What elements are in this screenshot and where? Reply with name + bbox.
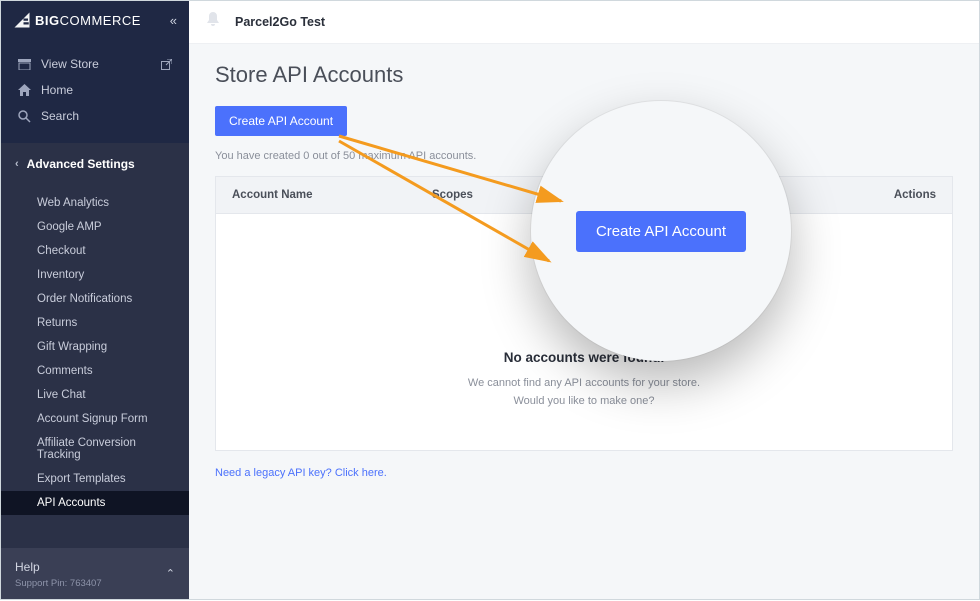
chevron-up-icon: ⌃ bbox=[166, 567, 175, 580]
nav-search[interactable]: Search bbox=[1, 103, 189, 129]
store-icon bbox=[17, 57, 31, 71]
col-account-name: Account Name bbox=[216, 177, 416, 213]
nav-label: Home bbox=[41, 83, 73, 97]
empty-text: We cannot find any API accounts for your… bbox=[236, 375, 932, 410]
nav-upper: View Store Home Search bbox=[1, 43, 189, 143]
logo-text: BIGCOMMERCE bbox=[35, 13, 141, 28]
subnav-item-affiliate-tracking[interactable]: Affiliate Conversion Tracking bbox=[1, 431, 189, 467]
subnav-item-comments[interactable]: Comments bbox=[1, 359, 189, 383]
subnav-item-account-signup-form[interactable]: Account Signup Form bbox=[1, 407, 189, 431]
subnav-item-api-accounts[interactable]: API Accounts bbox=[1, 491, 189, 515]
nav-home[interactable]: Home bbox=[1, 77, 189, 103]
col-actions: Actions bbox=[832, 177, 952, 213]
sidebar-footer[interactable]: Help Support Pin: 763407 ⌃ bbox=[1, 548, 189, 599]
sidebar: BIGCOMMERCE « View Store Home bbox=[1, 1, 189, 599]
subnav-item-export-templates[interactable]: Export Templates bbox=[1, 467, 189, 491]
subnav-item-returns[interactable]: Returns bbox=[1, 311, 189, 335]
help-label: Help bbox=[15, 560, 40, 574]
subnav-item-web-analytics[interactable]: Web Analytics bbox=[1, 191, 189, 215]
subnav-item-order-notifications[interactable]: Order Notifications bbox=[1, 287, 189, 311]
store-name: Parcel2Go Test bbox=[235, 15, 325, 29]
subnav-item-checkout[interactable]: Checkout bbox=[1, 239, 189, 263]
subnav-item-live-chat[interactable]: Live Chat bbox=[1, 383, 189, 407]
logo-icon bbox=[13, 11, 31, 29]
subnav-item-gift-wrapping[interactable]: Gift Wrapping bbox=[1, 335, 189, 359]
logo: BIGCOMMERCE bbox=[13, 11, 141, 29]
legacy-api-link[interactable]: Need a legacy API key? Click here. bbox=[215, 467, 387, 479]
sidebar-top: BIGCOMMERCE « View Store Home bbox=[1, 1, 189, 143]
nav-label: Search bbox=[41, 109, 79, 123]
nav-view-store[interactable]: View Store bbox=[1, 51, 189, 77]
bell-icon[interactable] bbox=[205, 11, 221, 33]
sidebar-collapse-button[interactable]: « bbox=[170, 13, 177, 28]
subnav-item-inventory[interactable]: Inventory bbox=[1, 263, 189, 287]
home-icon bbox=[17, 83, 31, 97]
breadcrumb[interactable]: ‹ Advanced Settings bbox=[1, 143, 189, 185]
zoom-create-api-account-button[interactable]: Create API Account bbox=[576, 211, 746, 252]
subnav-item-google-amp[interactable]: Google AMP bbox=[1, 215, 189, 239]
zoom-callout: Create API Account bbox=[531, 101, 791, 361]
page-title: Store API Accounts bbox=[215, 62, 953, 88]
search-icon bbox=[17, 109, 31, 123]
breadcrumb-label: Advanced Settings bbox=[27, 157, 135, 171]
support-pin: Support Pin: 763407 bbox=[15, 578, 102, 589]
help-block: Help Support Pin: 763407 bbox=[15, 558, 102, 589]
topbar: Parcel2Go Test bbox=[189, 1, 979, 43]
chevron-left-double-icon: « bbox=[170, 13, 177, 28]
nav-label: View Store bbox=[41, 57, 99, 71]
chevron-left-icon: ‹ bbox=[15, 158, 19, 170]
external-link-icon bbox=[159, 57, 173, 71]
sidebar-header: BIGCOMMERCE « bbox=[1, 1, 189, 43]
create-api-account-button[interactable]: Create API Account bbox=[215, 106, 347, 136]
empty-title: No accounts were found. bbox=[236, 350, 932, 365]
subnav: Web Analytics Google AMP Checkout Invent… bbox=[1, 185, 189, 548]
